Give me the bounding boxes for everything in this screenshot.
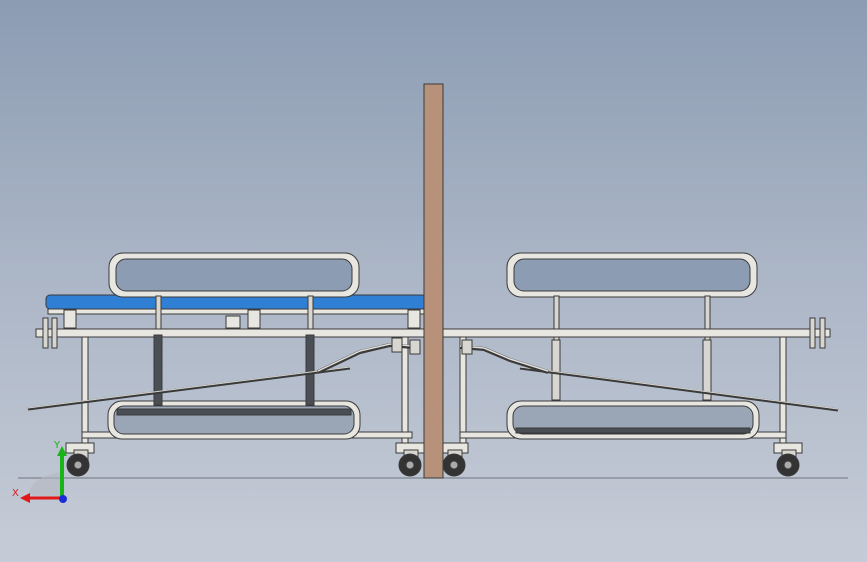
left-end-bracket: [51, 317, 58, 349]
x-axis-arrow-icon: [20, 493, 30, 503]
left-caster-rear: [395, 442, 425, 477]
triad-plane-icon: [28, 472, 62, 498]
left-stretcher[interactable]: [27, 252, 447, 477]
right-lower-loop-shade: [515, 427, 751, 434]
right-main-frame: [441, 328, 831, 338]
left-clip: [63, 309, 77, 329]
left-linkage: [153, 334, 163, 406]
left-hinge: [391, 337, 403, 353]
right-stretcher[interactable]: [439, 252, 839, 477]
right-caster-front: [439, 442, 469, 477]
right-side-rail-inner: [513, 258, 751, 292]
right-spring-mechanism: [459, 345, 549, 374]
left-clip: [247, 309, 261, 329]
left-clip: [407, 309, 421, 329]
left-leg: [401, 336, 409, 446]
left-lower-loop-shade: [116, 408, 352, 416]
left-main-frame: [35, 328, 447, 338]
left-hinge: [409, 339, 421, 355]
cad-viewport[interactable]: X Y: [0, 0, 867, 562]
right-hinge: [461, 339, 473, 355]
right-caster-rear: [773, 442, 803, 477]
stretcher-assembly-model[interactable]: [0, 0, 867, 562]
coordinate-triad: X Y: [12, 440, 67, 503]
y-axis-label: Y: [53, 440, 61, 451]
center-divider-post[interactable]: [423, 83, 444, 479]
z-axis-icon: [59, 495, 67, 503]
left-clip: [225, 315, 241, 329]
left-leg: [81, 336, 89, 446]
x-axis-label: X: [12, 488, 19, 499]
left-linkage: [305, 334, 315, 406]
left-mattress-base: [47, 308, 427, 315]
left-end-bracket: [42, 317, 49, 349]
right-leg: [779, 336, 787, 446]
right-end-bracket: [819, 317, 826, 349]
right-end-bracket: [809, 317, 816, 349]
right-linkage: [551, 339, 561, 401]
left-side-rail-inner: [115, 258, 353, 292]
